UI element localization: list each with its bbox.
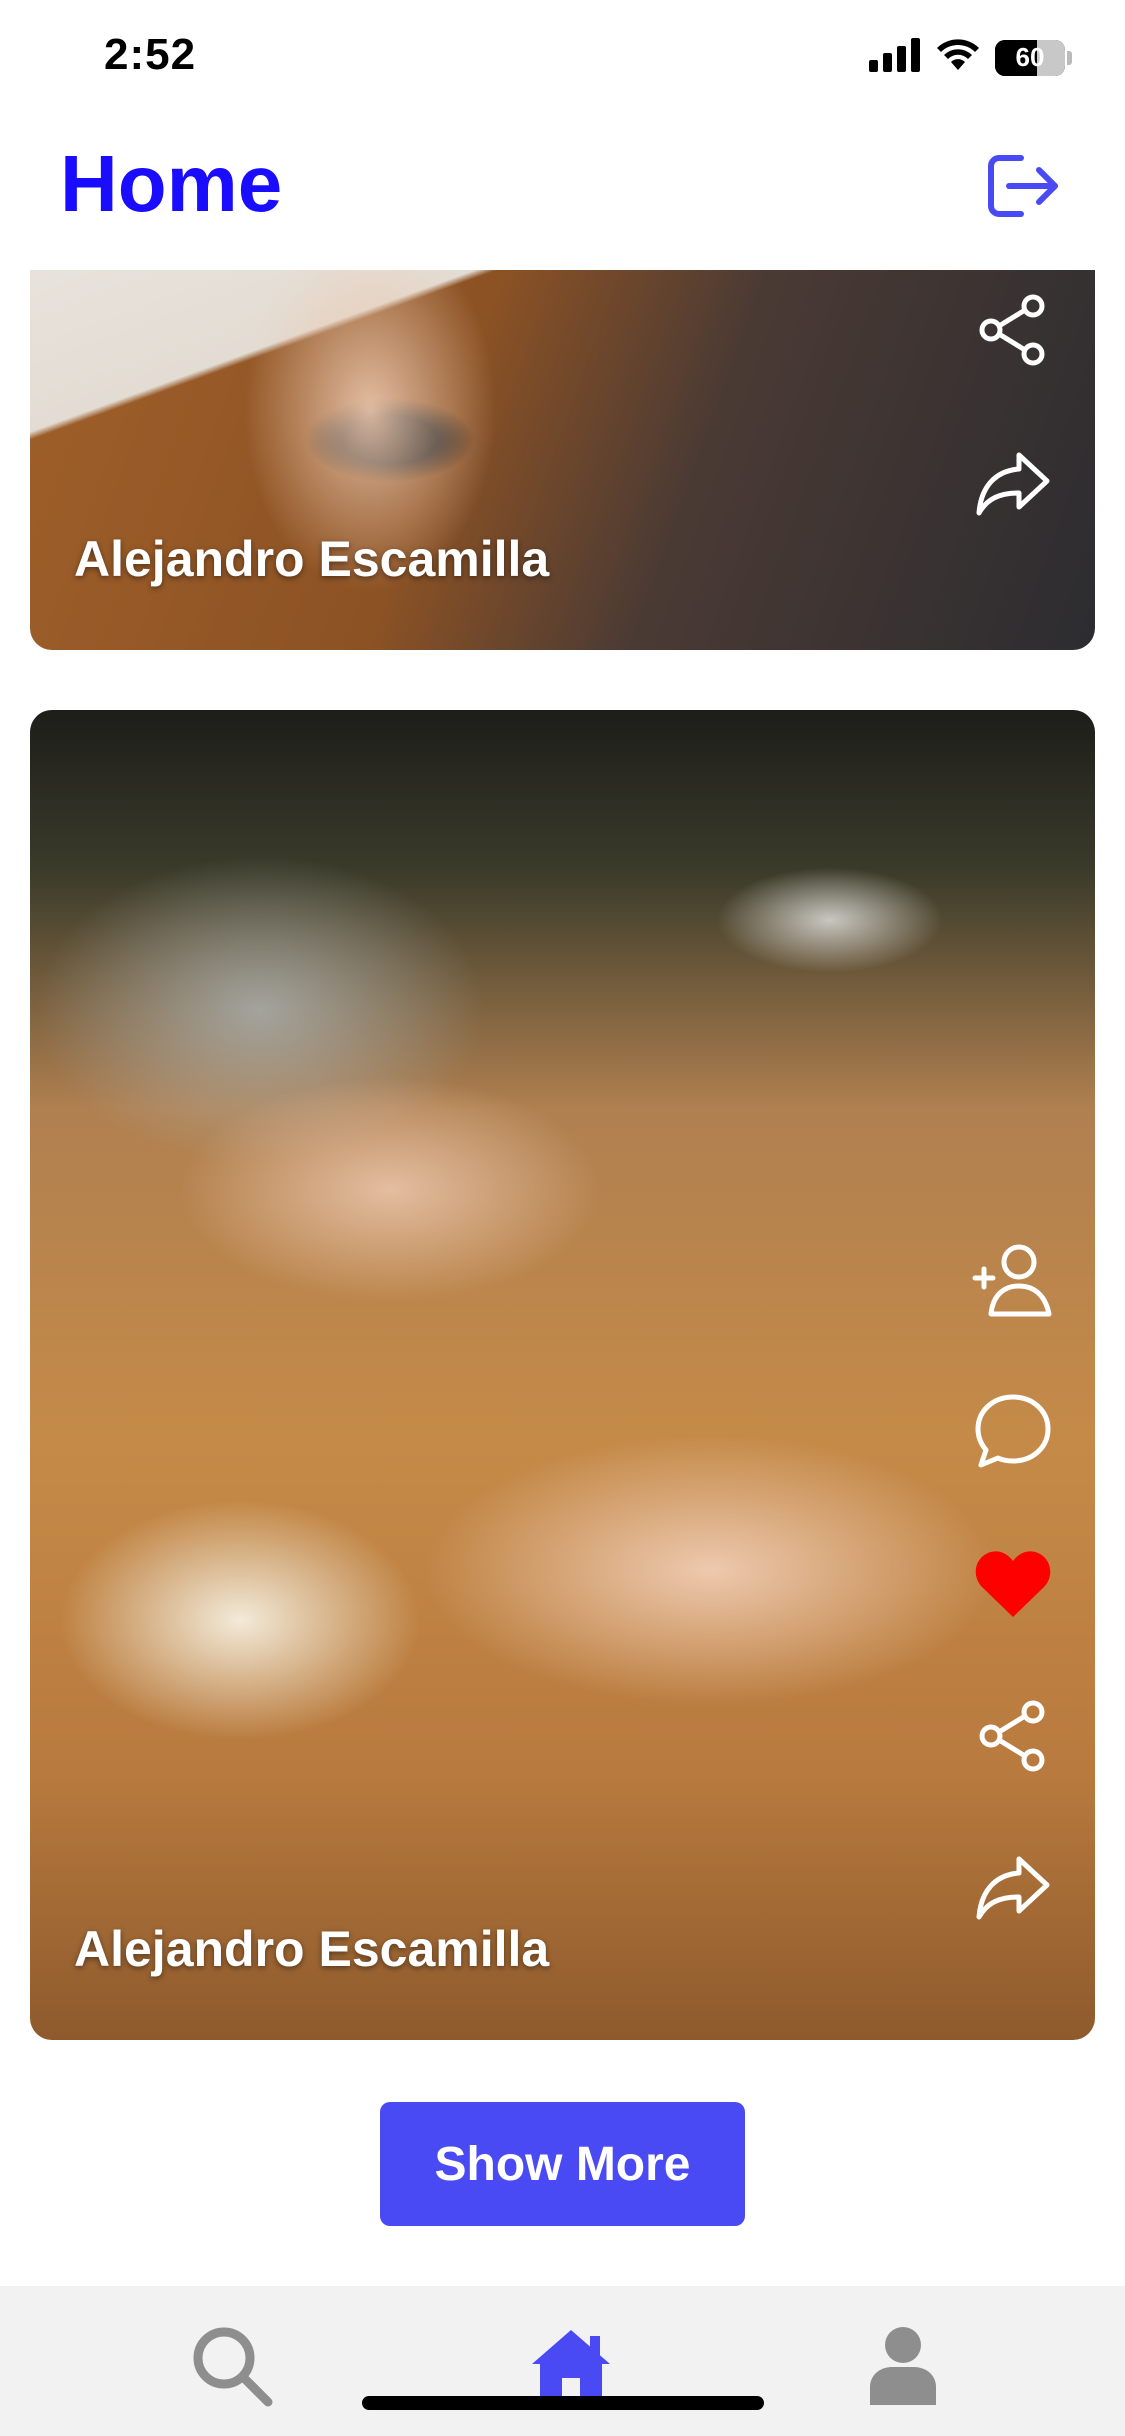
show-more-button[interactable]: Show More [380, 2102, 745, 2226]
battery-percent: 60 [1015, 42, 1045, 72]
like-button[interactable] [971, 1544, 1055, 1628]
post-author: Alejandro Escamilla [74, 1921, 550, 1977]
wifi-icon [935, 38, 981, 77]
post-card[interactable]: Alejandro Escamilla [30, 710, 1095, 2040]
status-bar: 2:52 60 [0, 0, 1125, 124]
comment-button[interactable] [971, 1392, 1055, 1476]
forward-icon [973, 1853, 1053, 1928]
user-icon [868, 2325, 938, 2410]
post-author: Alejandro Escamilla [74, 531, 550, 587]
feed[interactable]: Alejandro Escamilla Alejandro Escamilla … [0, 270, 1125, 2286]
post-photo[interactable] [30, 710, 1095, 2040]
home-indicator [362, 2396, 764, 2410]
logout-icon [985, 152, 1061, 225]
follow-button[interactable] [971, 1240, 1055, 1324]
forward-button[interactable] [971, 444, 1055, 528]
share-button[interactable] [971, 1696, 1055, 1780]
comment-icon [973, 1392, 1053, 1477]
share-icon [975, 1698, 1051, 1779]
battery-icon: 60 [995, 39, 1072, 76]
forward-button[interactable] [971, 1848, 1055, 1932]
post-actions [971, 290, 1055, 528]
status-time: 2:52 [104, 30, 197, 79]
post-card[interactable]: Alejandro Escamilla [30, 270, 1095, 650]
add-user-icon [971, 1240, 1055, 1325]
post-photo[interactable] [30, 270, 1095, 650]
search-icon [188, 2322, 274, 2413]
forward-icon [973, 449, 1053, 524]
share-button[interactable] [971, 290, 1055, 374]
share-icon [975, 292, 1051, 373]
status-icons: 60 [869, 38, 1072, 77]
heart-icon [974, 1549, 1052, 1624]
tab-search[interactable] [186, 2322, 276, 2412]
page-title: Home [60, 139, 283, 228]
tab-profile[interactable] [858, 2322, 948, 2412]
app-header: Home [0, 124, 1125, 270]
cellular-signal-icon [869, 38, 921, 77]
post-actions [971, 1240, 1055, 1932]
logout-button[interactable] [981, 146, 1065, 230]
tab-bar [0, 2286, 1125, 2436]
